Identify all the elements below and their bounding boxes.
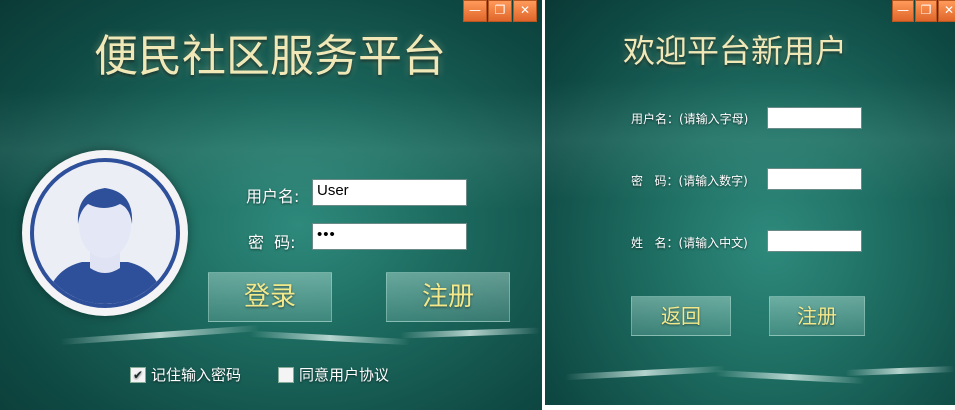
window-controls: — ❐ ✕ xyxy=(891,0,955,22)
restore-button[interactable]: ❐ xyxy=(915,0,937,22)
register-name-input[interactable] xyxy=(767,230,862,252)
minimize-button[interactable]: — xyxy=(892,0,914,22)
register-username-label: 用户名：(请输入字母) xyxy=(631,112,749,126)
decor-stripe xyxy=(564,365,726,381)
decor-stripe xyxy=(714,370,866,384)
register-username-input[interactable] xyxy=(767,107,862,129)
register-title: 欢迎平台新用户 xyxy=(622,32,847,70)
register-name-label: 姓 名：(请输入中文) xyxy=(631,236,748,250)
close-button[interactable]: ✕ xyxy=(513,0,537,22)
username-input[interactable]: User xyxy=(312,179,467,206)
background-sheen xyxy=(545,80,955,200)
decor-stripe xyxy=(60,325,260,345)
window-controls: — ❐ ✕ xyxy=(462,0,537,22)
submit-register-button[interactable]: 注册 xyxy=(769,296,865,336)
close-button[interactable]: ✕ xyxy=(938,0,955,22)
back-button[interactable]: 返回 xyxy=(631,296,731,336)
username-label: 用户名: xyxy=(246,187,300,206)
checkbox-unchecked-icon xyxy=(278,366,294,383)
login-button[interactable]: 登录 xyxy=(208,272,332,322)
login-window: — ❐ ✕ 便民社区服务平台 用户名: User 密 码: ••• 登录 注册 … xyxy=(0,0,542,410)
agree-terms-checkbox[interactable]: 同意用户协议 xyxy=(278,364,389,385)
avatar xyxy=(22,150,188,316)
decor-stripe xyxy=(249,330,411,346)
decor-stripe xyxy=(844,366,955,376)
checkbox-checked-icon: ✔ xyxy=(130,366,146,383)
user-avatar-icon xyxy=(30,158,180,308)
remember-password-checkbox[interactable]: ✔ 记住输入密码 xyxy=(130,364,241,385)
minimize-button[interactable]: — xyxy=(463,0,487,22)
decor-stripe xyxy=(399,327,541,339)
login-title: 便民社区服务平台 xyxy=(94,31,446,82)
register-window: — ❐ ✕ 欢迎平台新用户 用户名：(请输入字母) 密 码：(请输入数字) 姓 … xyxy=(545,0,955,405)
restore-button[interactable]: ❐ xyxy=(488,0,512,22)
register-password-label: 密 码：(请输入数字) xyxy=(631,174,748,188)
remember-password-label: 记住输入密码 xyxy=(151,366,242,384)
password-input[interactable]: ••• xyxy=(312,223,467,250)
agree-terms-label: 同意用户协议 xyxy=(299,366,390,384)
password-label: 密 码: xyxy=(248,233,296,252)
register-password-input[interactable] xyxy=(767,168,862,190)
register-button[interactable]: 注册 xyxy=(386,272,510,322)
